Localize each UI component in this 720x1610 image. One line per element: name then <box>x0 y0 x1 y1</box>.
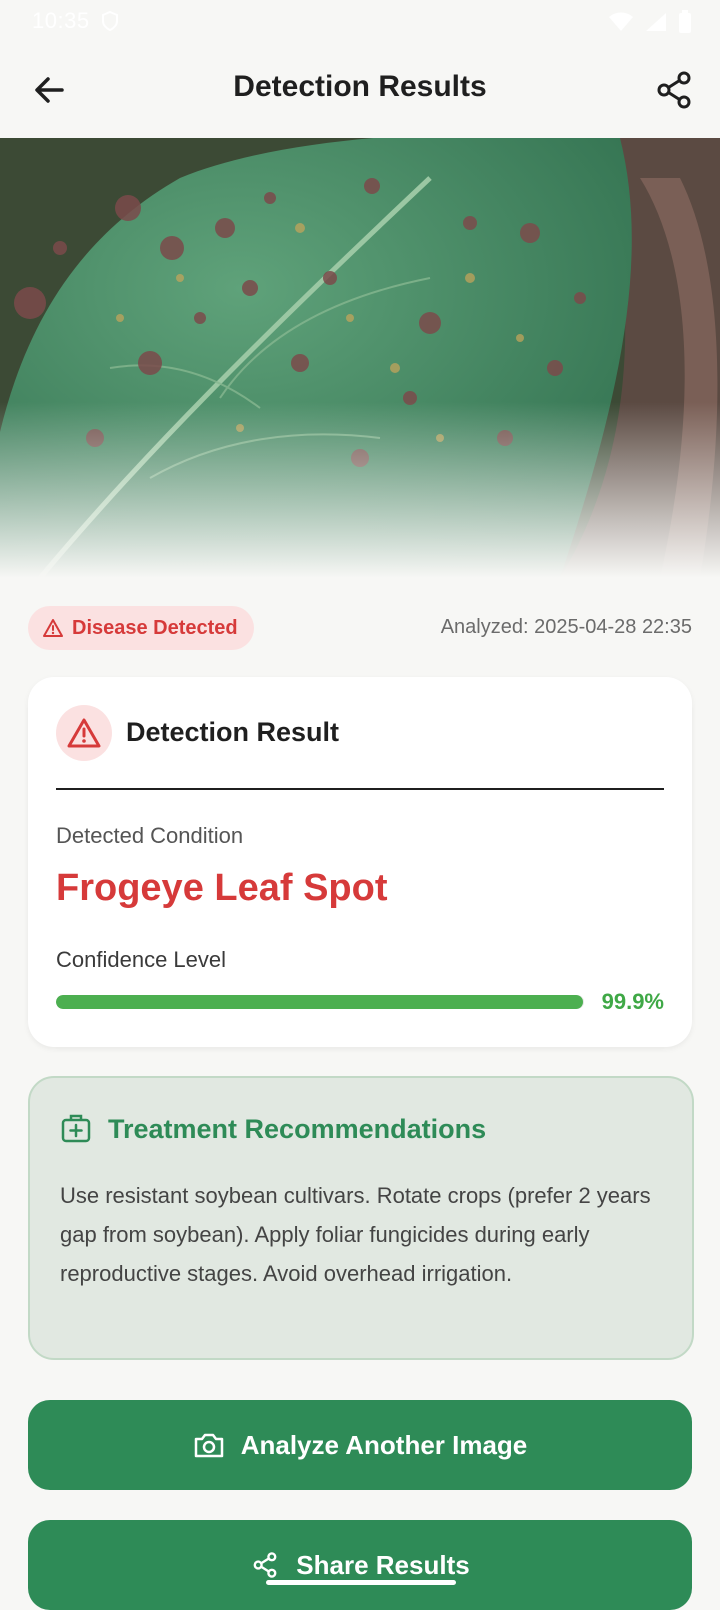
analyze-button-label: Analyze Another Image <box>240 1429 528 1460</box>
share-button-label: Share Results <box>296 1549 470 1580</box>
wifi-icon <box>609 12 633 31</box>
condition-label: Detected Condition <box>56 823 244 848</box>
status-bar: 10:35 <box>0 0 720 42</box>
location-icon <box>100 10 120 38</box>
confidence-value: 99.9% <box>601 989 664 1014</box>
treatment-card: Treatment Recommendations Use resistant … <box>28 1076 694 1360</box>
share-button[interactable] <box>652 68 696 112</box>
confidence-progress-fill <box>56 995 584 1009</box>
result-card-title: Detection Result <box>126 717 340 747</box>
confidence-progress-bar <box>56 995 584 1009</box>
warning-triangle-icon <box>67 718 101 748</box>
medical-kit-icon <box>61 1114 91 1143</box>
share-icon <box>657 71 691 109</box>
signal-icon <box>646 13 666 31</box>
analyzed-timestamp: Analyzed: 2025-04-28 22:35 <box>440 616 692 638</box>
status-badge: Disease Detected <box>28 606 254 650</box>
camera-icon <box>194 1433 223 1458</box>
treatment-body: Use resistant soybean cultivars. Rotate … <box>60 1183 651 1286</box>
detection-result-card: Detection Result Detected Condition Frog… <box>28 677 692 1047</box>
battery-icon <box>679 10 691 33</box>
warning-icon-container <box>56 705 112 761</box>
analyze-another-image-button[interactable]: Analyze Another Image <box>28 1400 692 1490</box>
confidence-label: Confidence Level <box>56 947 227 972</box>
status-time: 10:35 <box>32 8 90 33</box>
app-bar: Detection Results <box>0 42 720 138</box>
warning-triangle-icon <box>43 619 63 637</box>
share-results-button[interactable]: Share Results <box>28 1520 692 1610</box>
page-title: Detection Results <box>233 70 487 103</box>
share-icon <box>253 1552 277 1578</box>
badge-label: Disease Detected <box>72 616 238 639</box>
focus-underline <box>266 1580 456 1585</box>
status-icons <box>608 10 692 34</box>
divider <box>56 788 664 790</box>
condition-value: Frogeye Leaf Spot <box>56 867 388 909</box>
leaf-image <box>0 138 720 578</box>
treatment-title: Treatment Recommendations <box>108 1114 487 1144</box>
